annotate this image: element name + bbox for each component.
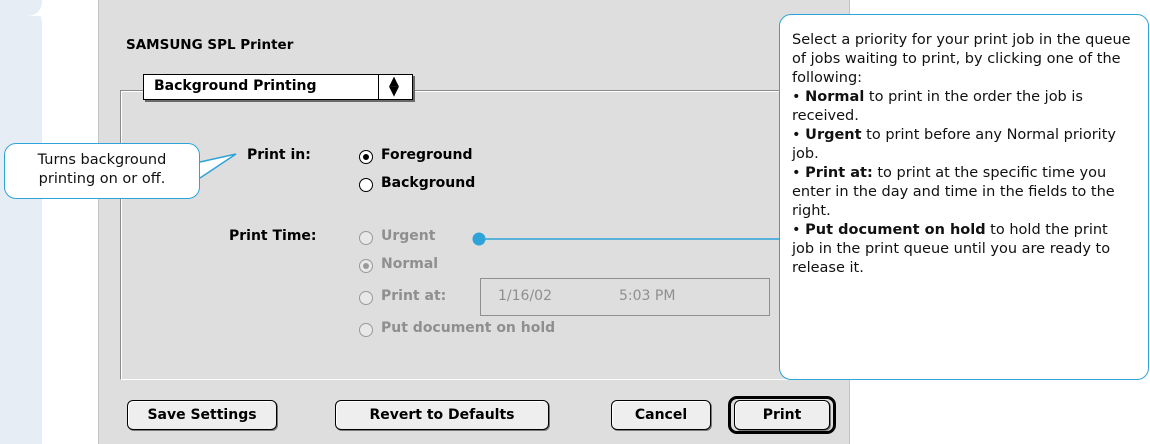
list-item: • Print at: to print at the specific tim…	[792, 164, 1134, 221]
term-hold: Put document on hold	[805, 222, 986, 238]
print-time-label: Print Time:	[229, 228, 317, 244]
radio-urgent[interactable]	[359, 231, 373, 245]
term-urgent: Urgent	[805, 127, 862, 143]
radio-normal[interactable]	[359, 259, 373, 273]
bullet: •	[792, 89, 801, 105]
panel-popup-label: Background Printing	[154, 78, 317, 94]
date-time-field[interactable]: 1/16/02 5:03 PM	[480, 278, 770, 316]
side-band-decoration	[0, 0, 42, 444]
radio-foreground[interactable]	[359, 150, 373, 164]
put-on-hold-label[interactable]: Put document on hold	[381, 320, 555, 336]
list-item: • Urgent to print before any Normal prio…	[792, 126, 1134, 164]
revert-to-defaults-button[interactable]: Revert to Defaults	[335, 400, 549, 430]
print-dialog: SAMSUNG SPL Printer Background Printing …	[98, 0, 860, 444]
background-label[interactable]: Background	[381, 175, 475, 191]
print-button[interactable]: Print	[734, 400, 830, 430]
normal-label[interactable]: Normal	[381, 256, 438, 272]
background-printing-callout: Turns background printing on or off.	[4, 143, 200, 199]
foreground-label[interactable]: Foreground	[381, 147, 473, 163]
term-print-at: Print at:	[805, 165, 873, 181]
urgent-label[interactable]: Urgent	[381, 228, 435, 244]
dialog-title: SAMSUNG SPL Printer	[126, 37, 294, 53]
date-value[interactable]: 1/16/02	[498, 288, 552, 304]
save-settings-button[interactable]: Save Settings	[127, 400, 277, 430]
list-item: • Normal to print in the order the job i…	[792, 88, 1134, 126]
radio-put-on-hold[interactable]	[359, 323, 373, 337]
bullet: •	[792, 222, 801, 238]
up-down-arrows-icon: ▲ ▼	[389, 74, 399, 99]
priority-callout: Select a priority for your print job in …	[779, 14, 1149, 380]
radio-print-at[interactable]	[359, 291, 373, 305]
callout-left-line1: Turns background	[37, 152, 167, 168]
bullet: •	[792, 127, 801, 143]
popup-separator	[378, 75, 379, 99]
cancel-button[interactable]: Cancel	[611, 400, 711, 430]
radio-background[interactable]	[359, 178, 373, 192]
list-item: • Put document on hold to hold the print…	[792, 221, 1134, 278]
print-in-label: Print in:	[247, 147, 311, 163]
callout-intro: Select a priority for your print job in …	[792, 32, 1131, 86]
bullet: •	[792, 165, 801, 181]
print-at-label[interactable]: Print at:	[381, 288, 446, 304]
priority-list: • Normal to print in the order the job i…	[792, 88, 1134, 278]
callout-left-line2: printing on or off.	[38, 171, 166, 187]
panel-popup-menu[interactable]: Background Printing ▲ ▼	[143, 74, 413, 100]
term-normal: Normal	[805, 89, 865, 105]
time-value[interactable]: 5:03 PM	[619, 288, 675, 304]
